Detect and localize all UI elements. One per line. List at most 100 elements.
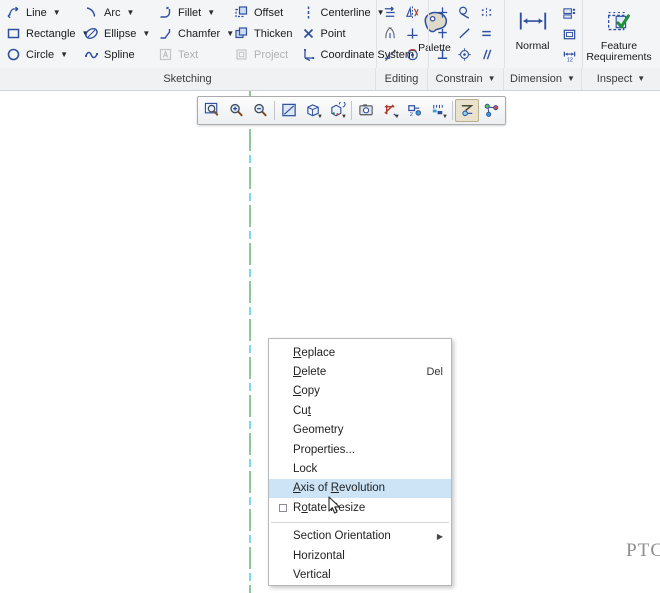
menu-item-cut[interactable]: Cut bbox=[269, 401, 451, 420]
menu-item-delete[interactable]: Delete Del bbox=[269, 362, 451, 381]
menu-item-lock[interactable]: Lock bbox=[269, 459, 451, 478]
rotate-resize-checkbox[interactable] bbox=[279, 503, 287, 512]
normal-dimension-button[interactable]: Normal bbox=[507, 4, 558, 53]
equal-constraint-icon[interactable] bbox=[475, 23, 497, 44]
datum-display-icon[interactable]: ▼ bbox=[378, 99, 402, 122]
reference-dimension-icon[interactable] bbox=[558, 24, 580, 45]
delete-segment-icon[interactable] bbox=[379, 44, 401, 65]
svg-text:2: 2 bbox=[409, 112, 412, 118]
zoom-out-icon[interactable] bbox=[248, 99, 272, 122]
spin-center-icon[interactable]: ▼ bbox=[426, 99, 450, 122]
sketch-view-icon[interactable] bbox=[479, 99, 503, 122]
spline-icon bbox=[84, 47, 99, 62]
menu-item-copy[interactable]: Copy bbox=[269, 382, 451, 401]
trim-corner-icon[interactable] bbox=[401, 23, 423, 44]
coordinate-system-icon bbox=[301, 47, 316, 62]
line-button[interactable]: Line ▼ bbox=[2, 2, 80, 23]
parallel-constraint-icon[interactable] bbox=[475, 44, 497, 65]
menu-item-horizontal-label: Horizontal bbox=[293, 549, 345, 562]
rectangle-button[interactable]: Rectangle ▼ bbox=[2, 23, 89, 44]
sketching-group-label: Sketching bbox=[163, 73, 212, 85]
ellipse-button[interactable]: Ellipse ▼ bbox=[80, 23, 154, 44]
tangent-constraint-icon[interactable] bbox=[453, 2, 475, 23]
text-button[interactable]: Text bbox=[154, 44, 230, 65]
modify-icon[interactable] bbox=[379, 2, 401, 23]
menu-item-delete-label: Delete bbox=[293, 366, 327, 379]
view-toolbar-separator-2 bbox=[351, 101, 352, 120]
chamfer-button[interactable]: Chamfer ▼ bbox=[154, 23, 234, 44]
ellipse-caret-icon[interactable]: ▼ bbox=[142, 29, 150, 38]
context-menu[interactable]: Replace Delete Del Copy Cut Geometry Pro… bbox=[268, 338, 452, 586]
dimension-caret-icon[interactable]: ▼ bbox=[567, 75, 575, 83]
saved-orientations-icon[interactable]: ▼ bbox=[325, 99, 349, 122]
vertical-constraint-icon[interactable] bbox=[431, 2, 453, 23]
menu-item-copy-label: Copy bbox=[293, 385, 320, 398]
coincident-constraint-icon[interactable] bbox=[453, 44, 475, 65]
menu-item-properties-label: Properties... bbox=[293, 443, 355, 456]
modify-dimension-icon[interactable]: 12 bbox=[558, 45, 580, 66]
annotation-display-icon[interactable]: 2 bbox=[402, 99, 426, 122]
arc-label: Arc bbox=[104, 6, 121, 19]
repaint-icon[interactable] bbox=[277, 99, 301, 122]
menu-item-axis-of-revolution[interactable]: Axis of Revolution bbox=[269, 478, 451, 499]
menu-item-horizontal[interactable]: Horizontal bbox=[269, 546, 451, 565]
feature-requirements-label: Feature Requirements bbox=[586, 40, 652, 63]
normal-dimension-icon bbox=[517, 8, 549, 39]
circle-button[interactable]: Circle ▼ bbox=[2, 44, 80, 65]
rectangle-icon bbox=[6, 26, 21, 41]
group-label-inspect[interactable]: Inspect ▼ bbox=[582, 68, 660, 90]
symmetric-constraint-icon[interactable] bbox=[475, 2, 497, 23]
view-toolbar-separator-3 bbox=[452, 101, 453, 120]
group-label-dimension[interactable]: Dimension ▼ bbox=[504, 68, 582, 90]
perpendicular-constraint-icon[interactable] bbox=[431, 44, 453, 65]
arc-caret-icon[interactable]: ▼ bbox=[127, 8, 135, 17]
menu-item-vertical[interactable]: Vertical bbox=[269, 565, 451, 584]
ribbon-group-inspect: Feature Requirements bbox=[582, 0, 660, 68]
dimension-icon-grid: 12 bbox=[558, 3, 580, 66]
constrain-caret-icon[interactable]: ▼ bbox=[488, 75, 496, 83]
project-button[interactable]: Project bbox=[230, 44, 297, 65]
sketch-centerline[interactable] bbox=[249, 91, 251, 593]
menu-item-geometry[interactable]: Geometry bbox=[269, 421, 451, 440]
saved-orientations-caret-icon[interactable]: ▼ bbox=[341, 114, 347, 120]
ellipse-label: Ellipse bbox=[104, 27, 137, 40]
datum-display-caret-icon[interactable]: ▼ bbox=[394, 114, 400, 120]
menu-item-rotate-resize[interactable]: Rotate Resize bbox=[269, 498, 451, 517]
spline-button[interactable]: Spline bbox=[80, 44, 154, 65]
ribbon-group-labels: Sketching Editing Constrain ▼ Dimension … bbox=[0, 68, 660, 90]
arc-icon bbox=[84, 5, 99, 20]
zoom-in-icon[interactable] bbox=[224, 99, 248, 122]
display-style-caret-icon[interactable]: ▼ bbox=[317, 114, 323, 120]
sketching-col-4: Offset Thicken Project bbox=[230, 2, 297, 65]
offset-button[interactable]: Offset bbox=[230, 2, 297, 23]
arc-button[interactable]: Arc ▼ bbox=[80, 2, 154, 23]
mirror-icon[interactable] bbox=[401, 2, 423, 23]
menu-item-section-orientation[interactable]: Section Orientation ▶ bbox=[269, 527, 451, 546]
dimension-group-label: Dimension bbox=[510, 73, 563, 85]
view-manager-icon[interactable] bbox=[354, 99, 378, 122]
circle-caret-icon[interactable]: ▼ bbox=[60, 50, 68, 59]
inspect-caret-icon[interactable]: ▼ bbox=[637, 75, 645, 83]
midpoint-constraint-icon[interactable] bbox=[453, 23, 475, 44]
group-label-sketching: Sketching bbox=[0, 68, 376, 90]
baseline-dimension-icon[interactable] bbox=[558, 3, 580, 24]
display-style-icon[interactable]: ▼ bbox=[301, 99, 325, 122]
group-label-constrain[interactable]: Constrain ▼ bbox=[428, 68, 504, 90]
rotate-resize-icon[interactable] bbox=[401, 44, 423, 65]
horizontal-constraint-icon[interactable] bbox=[431, 23, 453, 44]
fillet-button[interactable]: Fillet ▼ bbox=[154, 2, 230, 23]
sketch-display-icon[interactable] bbox=[455, 99, 479, 122]
chamfer-icon bbox=[158, 26, 173, 41]
menu-item-properties[interactable]: Properties... bbox=[269, 440, 451, 459]
ribbon-group-dimension: Normal 12 bbox=[504, 0, 582, 68]
refit-icon[interactable] bbox=[200, 99, 224, 122]
line-caret-icon[interactable]: ▼ bbox=[53, 8, 61, 17]
divide-icon[interactable] bbox=[379, 23, 401, 44]
spin-center-caret-icon[interactable]: ▼ bbox=[442, 114, 448, 120]
thicken-button[interactable]: Thicken bbox=[230, 23, 297, 44]
menu-item-replace[interactable]: Replace bbox=[269, 343, 451, 362]
menu-item-delete-accel: Del bbox=[426, 366, 443, 379]
editing-row-3 bbox=[379, 44, 423, 65]
feature-requirements-button[interactable]: Feature Requirements bbox=[585, 4, 653, 64]
fillet-caret-icon[interactable]: ▼ bbox=[207, 8, 215, 17]
